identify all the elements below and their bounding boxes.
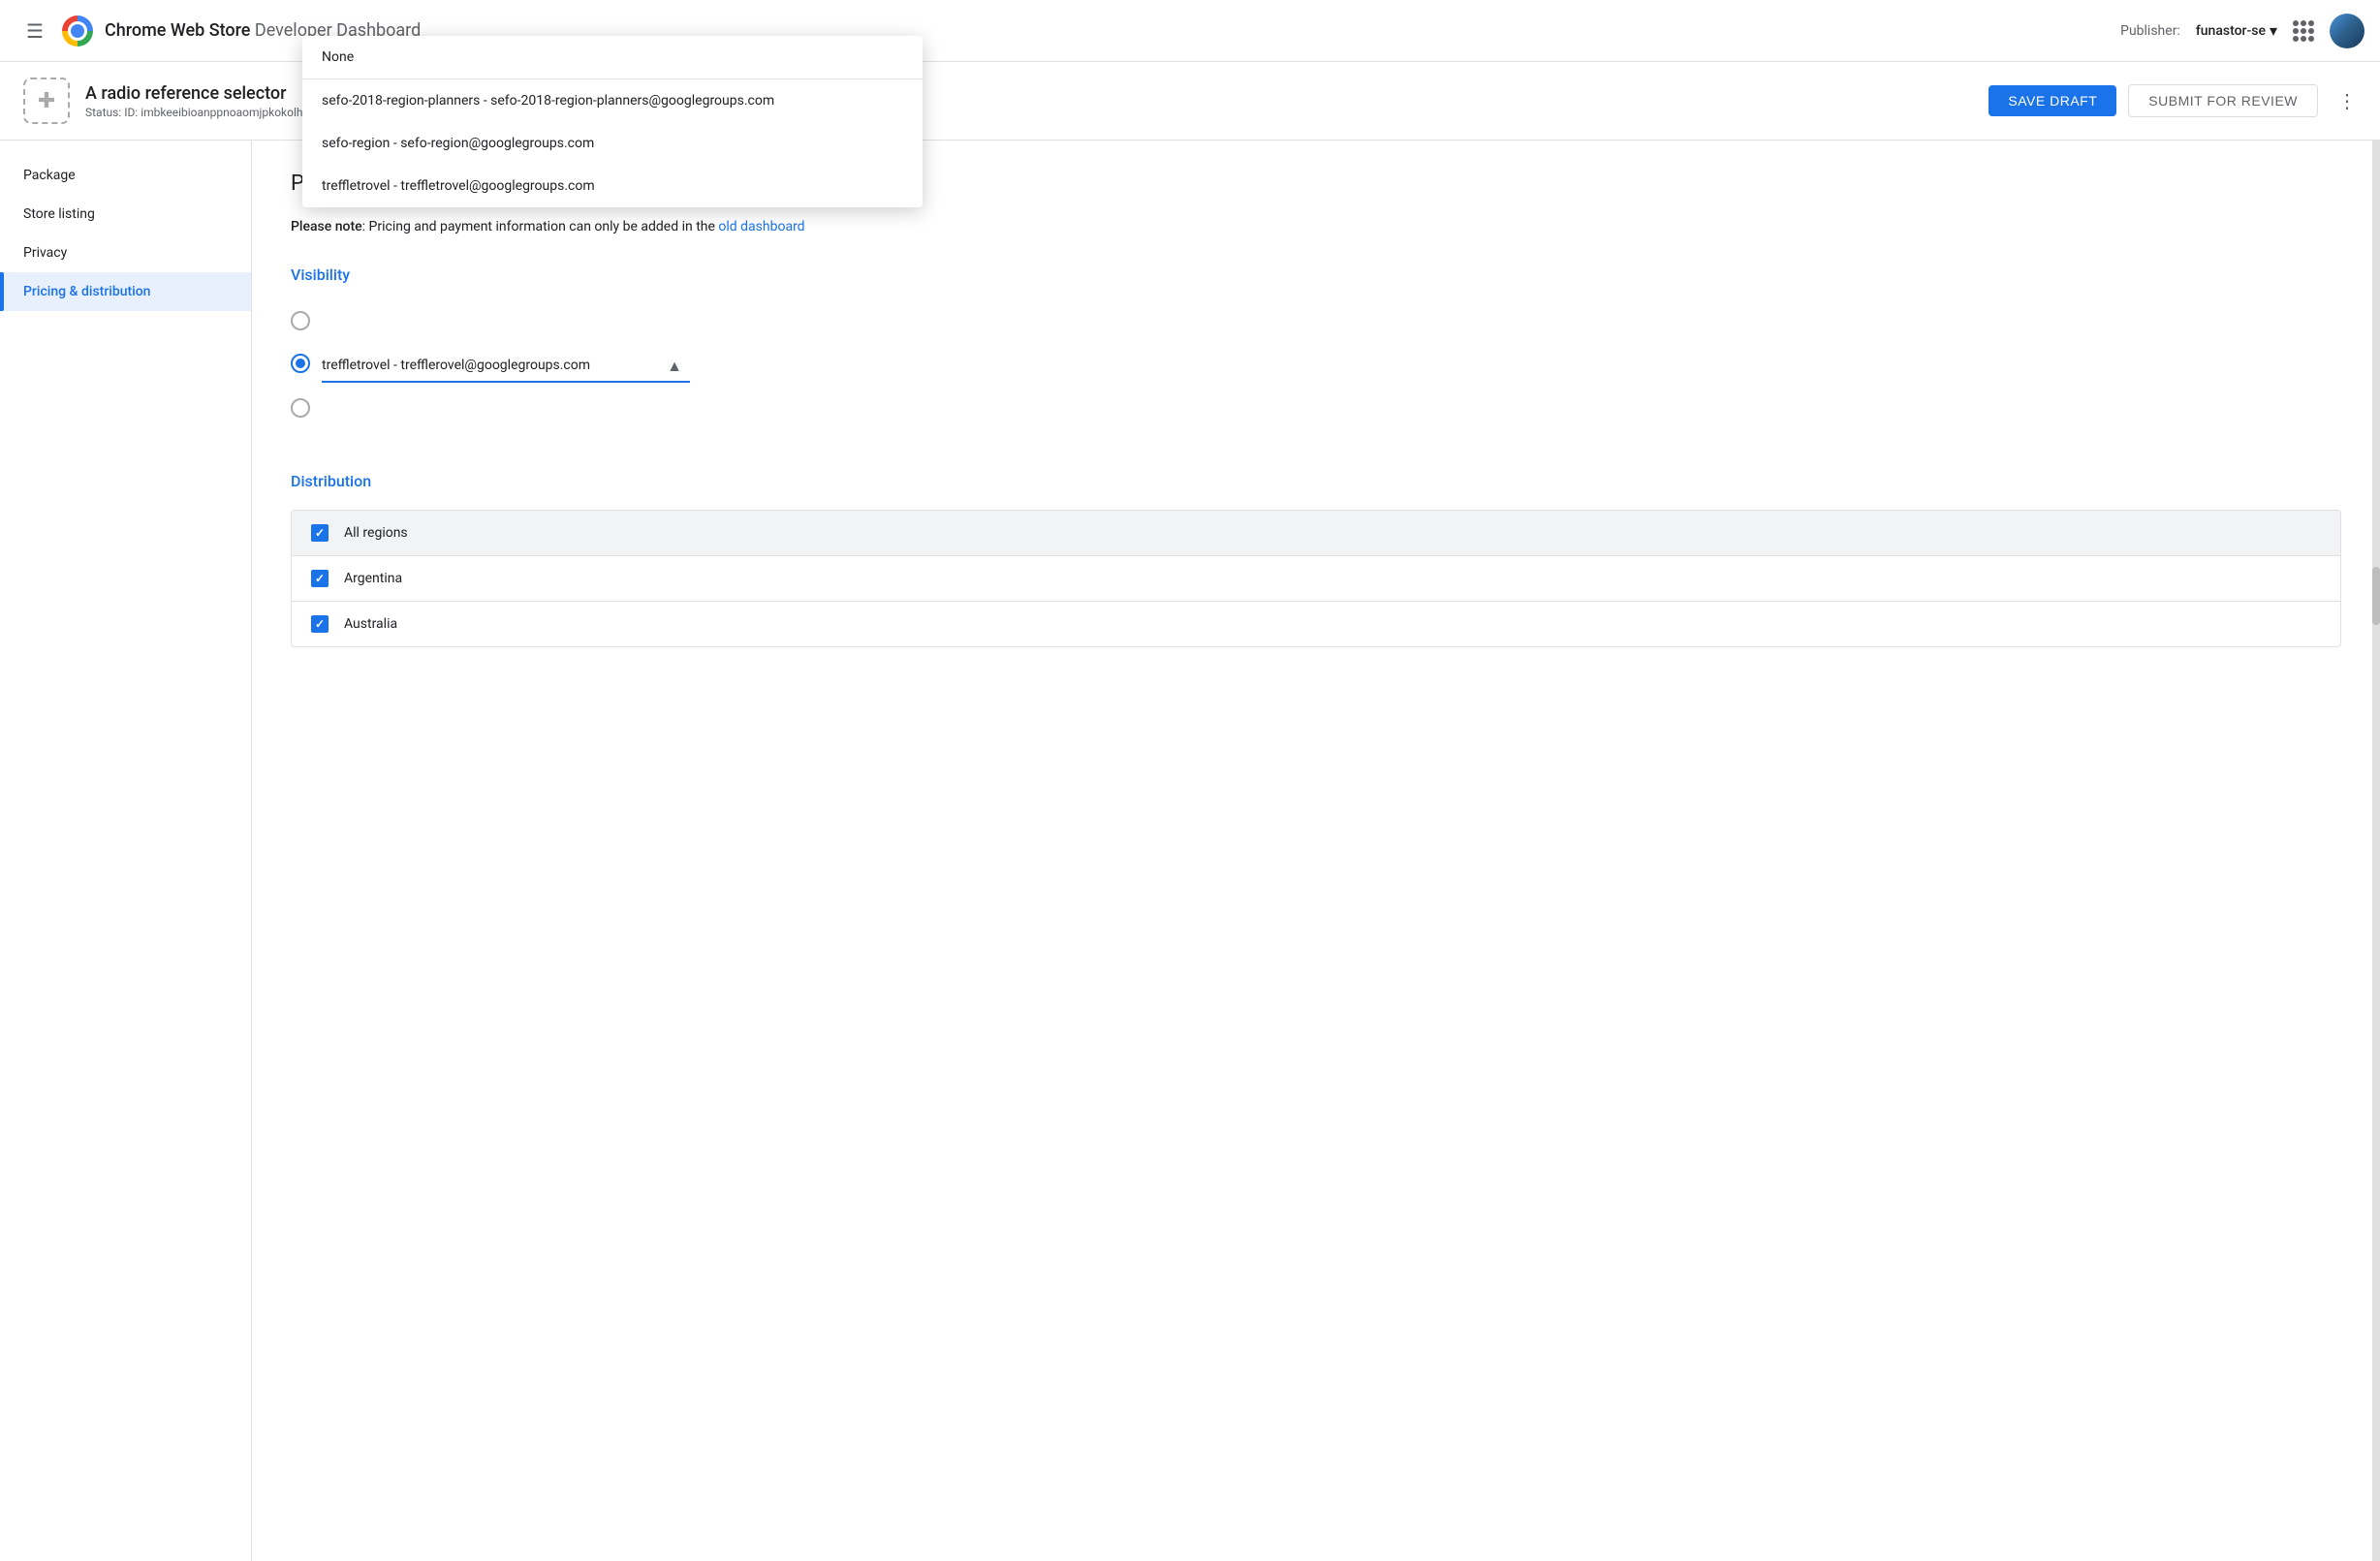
publisher-label: Publisher: [2120, 23, 2180, 39]
avatar[interactable] [2330, 14, 2364, 48]
dropdown-option-treffletrovel[interactable]: treffletrovel - treffletrovel@googlegrou… [302, 165, 923, 207]
publisher-name[interactable]: funastor-se ▾ [2196, 21, 2277, 40]
select-display[interactable]: treffletrovel - trefflerovel@googlegroup… [322, 350, 690, 383]
select-current-value: treffletrovel - trefflerovel@googlegroup… [322, 358, 590, 373]
sidebar-item-label: Pricing & distribution [23, 284, 150, 299]
radio-circle-unlisted[interactable] [291, 398, 310, 418]
dist-label-all-regions: All regions [344, 525, 408, 541]
radio-item-trusted-testers[interactable]: None sefo-2018-region-planners - sefo-20… [291, 338, 2341, 390]
nav-right: Publisher: funastor-se ▾ [2120, 14, 2364, 48]
dist-label-australia: Australia [344, 616, 397, 632]
distribution-section: Distribution All regions Argentina Austr… [291, 472, 2341, 647]
dist-row-all-regions: All regions [292, 511, 2340, 556]
radio-circle-public[interactable] [291, 311, 310, 330]
dropdown-option-sefo-2018[interactable]: sefo-2018-region-planners - sefo-2018-re… [302, 79, 923, 122]
radio-item-public[interactable] [291, 303, 2341, 338]
chrome-logo [62, 16, 93, 47]
checkbox-argentina[interactable] [311, 570, 329, 587]
sidebar-item-label: Store listing [23, 206, 95, 222]
sidebar-item-pricing-distribution[interactable]: Pricing & distribution [0, 272, 251, 311]
dropdown-popup: None sefo-2018-region-planners - sefo-20… [302, 36, 923, 207]
visibility-radio-group: None sefo-2018-region-planners - sefo-20… [291, 303, 2341, 425]
sidebar-item-label: Package [23, 168, 76, 183]
chevron-down-icon: ▾ [2270, 21, 2277, 40]
radio-circle-trusted[interactable] [291, 354, 310, 373]
extension-actions: SAVE DRAFT SUBMIT FOR REVIEW ⋮ [1989, 84, 2357, 117]
note-box: Please note: Pricing and payment informa… [291, 219, 2341, 234]
sidebar: Package Store listing Privacy Pricing & … [0, 140, 252, 1561]
submit-for-review-button[interactable]: SUBMIT FOR REVIEW [2128, 84, 2318, 117]
scrollbar[interactable] [2372, 140, 2380, 1561]
sidebar-item-store-listing[interactable]: Store listing [0, 195, 251, 234]
sidebar-item-label: Privacy [23, 245, 67, 261]
apps-grid-icon[interactable] [2293, 20, 2314, 42]
visibility-select[interactable]: treffletrovel - trefflerovel@googlegroup… [322, 350, 690, 383]
visibility-title: Visibility [291, 265, 2341, 284]
more-options-icon[interactable]: ⋮ [2337, 89, 2357, 112]
sidebar-item-package[interactable]: Package [0, 156, 251, 195]
distribution-title: Distribution [291, 472, 2341, 490]
main-content: Pricing & Distribution Please note: Pric… [252, 140, 2380, 1561]
dist-label-argentina: Argentina [344, 571, 402, 586]
sidebar-item-privacy[interactable]: Privacy [0, 234, 251, 272]
checkbox-australia[interactable] [311, 615, 329, 633]
scrollbar-thumb[interactable] [2372, 567, 2380, 625]
dropdown-option-none[interactable]: None [302, 36, 923, 78]
distribution-list: All regions Argentina Australia [291, 510, 2341, 647]
save-draft-button[interactable]: SAVE DRAFT [1989, 85, 2116, 116]
menu-icon[interactable]: ☰ [16, 12, 54, 50]
dropdown-option-sefo-region[interactable]: sefo-region - sefo-region@googlegroups.c… [302, 122, 923, 165]
extension-icon: ✚ [23, 78, 70, 124]
radio-item-unlisted[interactable] [291, 390, 2341, 425]
old-dashboard-link[interactable]: old dashboard [718, 219, 804, 234]
dist-row-argentina: Argentina [292, 556, 2340, 602]
dist-row-australia: Australia [292, 602, 2340, 646]
checkbox-all-regions[interactable] [311, 524, 329, 542]
main-layout: Package Store listing Privacy Pricing & … [0, 140, 2380, 1561]
